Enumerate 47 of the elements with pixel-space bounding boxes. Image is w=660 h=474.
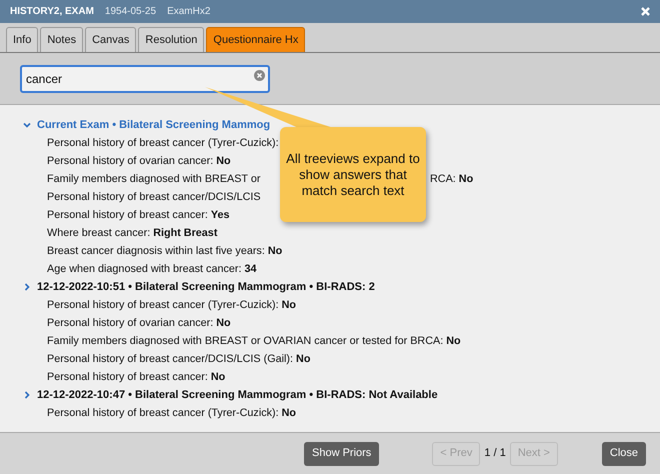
exam-group-title[interactable]: 12-12-2022-10:51 • Bilateral Screening Mammogram • BI-RADS: 2 — [37, 278, 375, 296]
question-text: Personal history of ovarian cancer: — [47, 316, 214, 331]
tab[interactable]: Notes — [40, 27, 84, 52]
answer-text: No — [216, 154, 231, 169]
show-priors-button[interactable]: Show Priors — [304, 442, 380, 466]
page-indicator: 1 / 1 — [484, 446, 506, 462]
answer-text: Right Breast — [153, 226, 218, 241]
answer-text: No — [282, 406, 296, 421]
exam-group-title[interactable]: 12-12-2022-10:47 • Bilateral Screening Mammogram • BI-RADS: Not Available — [37, 386, 438, 404]
chevron-right-icon[interactable] — [23, 391, 31, 399]
question-text: Age when diagnosed with breast cancer: — [47, 262, 242, 277]
close-button[interactable]: Close — [602, 442, 646, 466]
tab[interactable]: Questionnaire Hx — [206, 27, 306, 52]
answer-text: No — [296, 352, 310, 367]
chevron-down-icon[interactable] — [23, 121, 31, 129]
answer-text: No — [216, 316, 231, 331]
question-text: Family members diagnosed with BREAST or OVARIAN cancer or tested for BRCA: — [47, 334, 444, 349]
exam-id: ExamHx2 — [167, 5, 210, 19]
question-text: Personal history of breast cancer (Tyrer-Cuzick): — [47, 406, 279, 421]
tab[interactable]: Canvas — [85, 27, 136, 52]
answer-text: No — [268, 244, 282, 259]
question-text: Personal history of breast cancer: — [47, 370, 208, 385]
chevron-right-icon[interactable] — [23, 283, 31, 291]
answer-text: No — [458, 172, 474, 185]
answer-text: No — [210, 370, 226, 385]
answer-text: 34 — [244, 262, 256, 277]
question-text: Personal history of breast cancer (Tyrer-Cuzick): — [47, 136, 279, 151]
question-text: Personal history of breast cancer/DCIS/LCIS (Gail): — [47, 352, 294, 367]
exam-group-title[interactable]: Current Exam • Bilateral Screening Mammog — [37, 116, 270, 134]
question-text: Breast cancer diagnosis within last five years: — [47, 244, 265, 259]
tab[interactable]: Info — [6, 27, 38, 52]
question-text: RCA: No — [430, 172, 474, 187]
question-text: Personal history of breast cancer: — [47, 208, 208, 223]
clear-icon[interactable] — [254, 70, 265, 80]
question-text: Family members diagnosed with BREAST or — [47, 172, 260, 187]
answer-text: No — [282, 298, 296, 313]
search-field[interactable]: cancer — [20, 64, 270, 92]
window-title: HISTORY2, EXAM — [10, 5, 94, 19]
question-text: Personal history of breast cancer (Tyrer-Cuzick): — [47, 298, 279, 313]
question-text: Personal history of breast cancer/DCIS/LCIS — [47, 190, 261, 205]
tab[interactable]: Resolution — [138, 27, 204, 52]
answer-text: Yes — [210, 208, 230, 223]
question-text: Personal history of ovarian cancer: — [47, 154, 214, 169]
answer-text: No — [446, 334, 461, 349]
question-text: Where breast cancer: — [47, 226, 150, 241]
birth-date: 1954-05-25 — [104, 5, 156, 19]
close-icon[interactable] — [641, 7, 650, 16]
